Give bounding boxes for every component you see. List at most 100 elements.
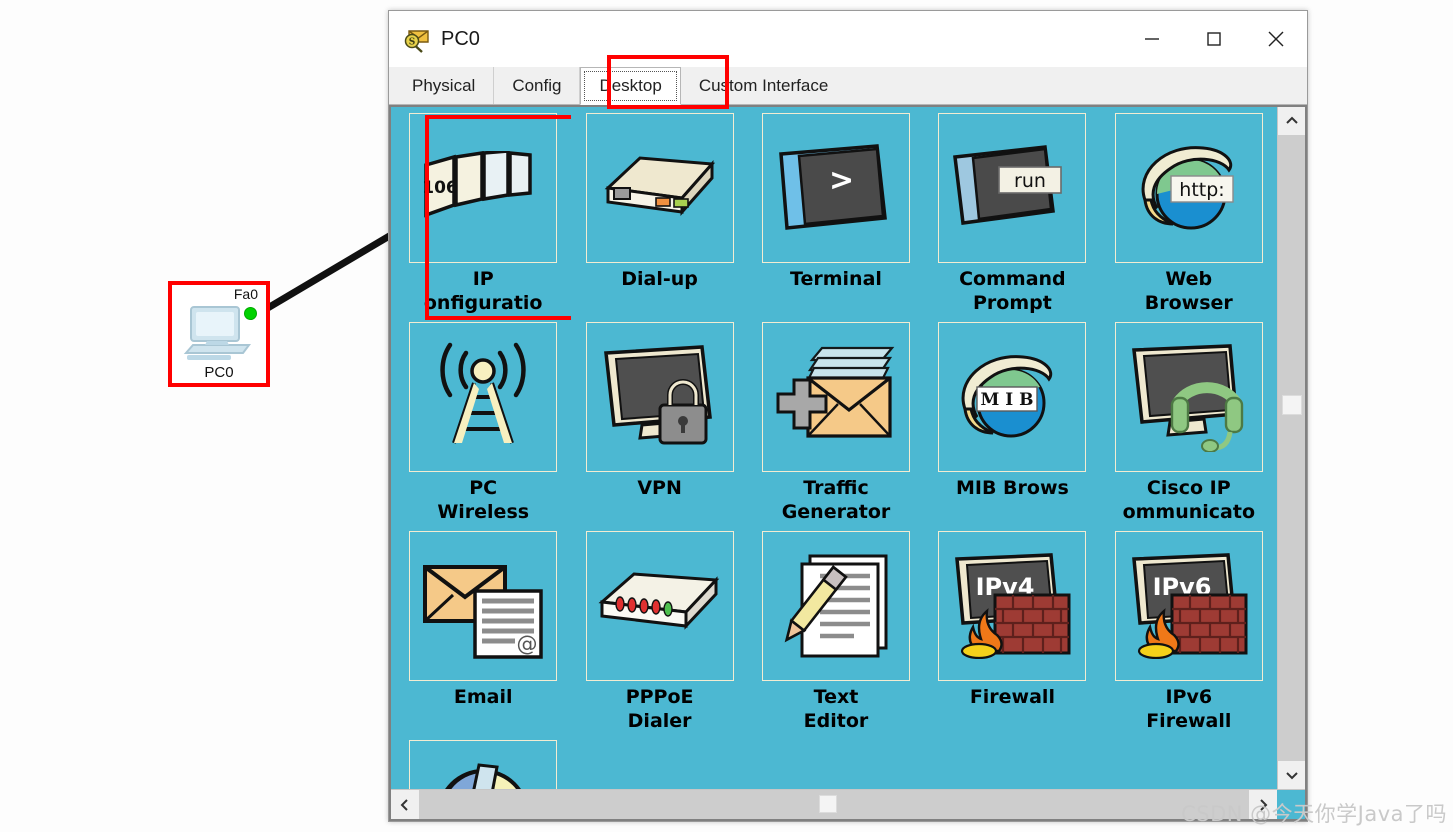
window-title: PC0 xyxy=(441,27,480,50)
scroll-down-button[interactable] xyxy=(1278,761,1305,789)
horizontal-scroll-track[interactable] xyxy=(419,790,1249,819)
tab-focus-ring xyxy=(584,71,677,101)
cisco-ip-communicator-icon xyxy=(1131,344,1243,452)
app-firewall[interactable]: IPv4 Firewall xyxy=(924,531,1100,740)
app-pc-wireless[interactable]: PC Wireless xyxy=(395,322,571,531)
chevron-down-icon xyxy=(1285,772,1298,780)
vertical-scroll-thumb[interactable] xyxy=(1282,395,1302,415)
tab-config-label: Config xyxy=(512,75,562,95)
app-web-browser[interactable]: http: Web Browser xyxy=(1101,113,1277,322)
maximize-button[interactable] xyxy=(1183,12,1245,67)
watermark: CSDN @今天你学Java了吗 xyxy=(1181,802,1447,826)
app-thumb xyxy=(585,322,734,472)
app-thumb: M I B xyxy=(938,322,1087,472)
app-ipv6-firewall[interactable]: IPv6 IPv6 Firewall xyxy=(1101,531,1277,740)
desktop-panel: 106 IP onfiguratio Dial-up > Terminal ru… xyxy=(389,105,1307,821)
svg-text:S: S xyxy=(409,38,416,48)
vertical-scroll-track[interactable] xyxy=(1278,135,1305,761)
app-command-prompt[interactable]: run Command Prompt xyxy=(924,113,1100,322)
minimize-button[interactable] xyxy=(1121,12,1183,67)
tab-custom-interface[interactable]: Custom Interface xyxy=(680,67,847,104)
envelope-magnifier-icon: S xyxy=(404,30,429,53)
maximize-icon xyxy=(1207,32,1221,46)
app-thumb xyxy=(409,322,558,472)
tab-desktop[interactable]: Desktop xyxy=(580,67,681,105)
app-caption: Terminal xyxy=(790,268,882,290)
app-thumb xyxy=(409,740,558,789)
app-traffic-generator[interactable]: Traffic Generator xyxy=(748,322,924,531)
ip-configuration-icon: 106 xyxy=(422,151,532,218)
firewall-ipv4-icon: IPv4 xyxy=(955,553,1071,659)
app-thumb xyxy=(585,531,734,681)
app-email[interactable]: @ Email xyxy=(395,531,571,740)
tab-physical[interactable]: Physical xyxy=(394,67,495,104)
terminal-badge: > xyxy=(829,163,854,198)
app-cisco-ip-communicator[interactable]: Cisco IP ommunicato xyxy=(1101,322,1277,531)
device-window: S PC0 Physical Config Desktop Custom Int… xyxy=(388,10,1308,822)
app-terminal[interactable]: > Terminal xyxy=(748,113,924,322)
minimize-icon xyxy=(1145,38,1159,40)
pppoe-dialer-icon xyxy=(598,572,719,630)
app-caption: Command Prompt xyxy=(959,268,1066,314)
app-caption: IP onfiguratio xyxy=(423,268,543,314)
app-caption: Traffic Generator xyxy=(781,477,891,523)
app-caption: PC Wireless xyxy=(437,477,530,523)
app-pppoe-dialer[interactable]: PPPoE Dialer xyxy=(571,531,747,740)
text-editor-icon xyxy=(784,554,888,658)
app-thumb xyxy=(585,113,734,263)
app-thumb: IPv6 xyxy=(1114,531,1263,681)
app-caption: PPPoE Dialer xyxy=(625,686,694,732)
app-caption: Email xyxy=(453,686,513,708)
web-browser-badge: http: xyxy=(1179,179,1224,201)
device-node-pc0[interactable]: Fa0 PC0 xyxy=(168,281,270,387)
app-ip-configuration[interactable]: 106 IP onfiguratio xyxy=(395,113,572,322)
app-dial-up[interactable]: Dial-up xyxy=(571,113,747,322)
app-caption: Web Browser xyxy=(1144,268,1233,314)
vpn-lock-icon xyxy=(603,345,712,445)
app-partial-next-row[interactable] xyxy=(395,740,571,789)
web-browser-icon: http: xyxy=(1141,146,1234,230)
desktop-main: 106 IP onfiguratio Dial-up > Terminal ru… xyxy=(391,107,1305,789)
tab-custom-interface-label: Custom Interface xyxy=(698,75,829,95)
window-titlebar: S PC0 xyxy=(389,11,1307,67)
tab-bar: Physical Config Desktop Custom Interface xyxy=(389,55,1307,109)
app-thumb xyxy=(761,531,910,681)
app-vpn[interactable]: VPN xyxy=(571,322,747,531)
link-status-indicator xyxy=(244,307,257,320)
mib-browser-icon: M I B xyxy=(962,355,1053,438)
email-badge: @ xyxy=(517,632,538,656)
scroll-up-button[interactable] xyxy=(1278,107,1305,135)
app-caption: Cisco IP ommunicato xyxy=(1122,477,1255,523)
horizontal-scrollbar[interactable] xyxy=(391,789,1305,819)
app-thumb: IPv4 xyxy=(938,531,1087,681)
email-icon: @ xyxy=(423,565,543,659)
chevron-up-icon xyxy=(1285,116,1298,124)
app-thumb: @ xyxy=(409,531,558,681)
app-caption: MIB Brows xyxy=(955,477,1069,499)
traffic-generator-icon xyxy=(776,346,895,438)
app-thumb: http: xyxy=(1114,113,1263,263)
app-thumb: > xyxy=(761,113,910,263)
vertical-scrollbar[interactable] xyxy=(1277,107,1305,789)
tab-physical-label: Physical xyxy=(412,75,476,95)
terminal-icon: > xyxy=(779,144,887,230)
ip-configuration-badge: 106 xyxy=(422,178,458,198)
command-prompt-badge: run xyxy=(1014,170,1046,192)
device-label: PC0 xyxy=(204,364,234,381)
app-thumb xyxy=(761,322,910,472)
app-thumb: run xyxy=(938,113,1087,263)
app-grid: 106 IP onfiguratio Dial-up > Terminal ru… xyxy=(391,107,1277,789)
scroll-left-button[interactable] xyxy=(391,790,419,819)
dial-up-modem-icon xyxy=(604,156,715,216)
app-mib-browser[interactable]: M I B MIB Brows xyxy=(924,322,1100,531)
app-caption: Firewall xyxy=(969,686,1055,708)
close-button[interactable] xyxy=(1245,12,1307,67)
tab-config[interactable]: Config xyxy=(494,67,581,104)
firewall-ipv6-icon: IPv6 xyxy=(1131,553,1248,659)
app-text-editor[interactable]: Text Editor xyxy=(748,531,924,740)
app-caption: Dial-up xyxy=(621,268,698,290)
command-prompt-icon: run xyxy=(953,145,1063,225)
interface-label: Fa0 xyxy=(233,286,258,302)
app-caption: Text Editor xyxy=(803,686,869,732)
horizontal-scroll-thumb[interactable] xyxy=(819,795,837,813)
